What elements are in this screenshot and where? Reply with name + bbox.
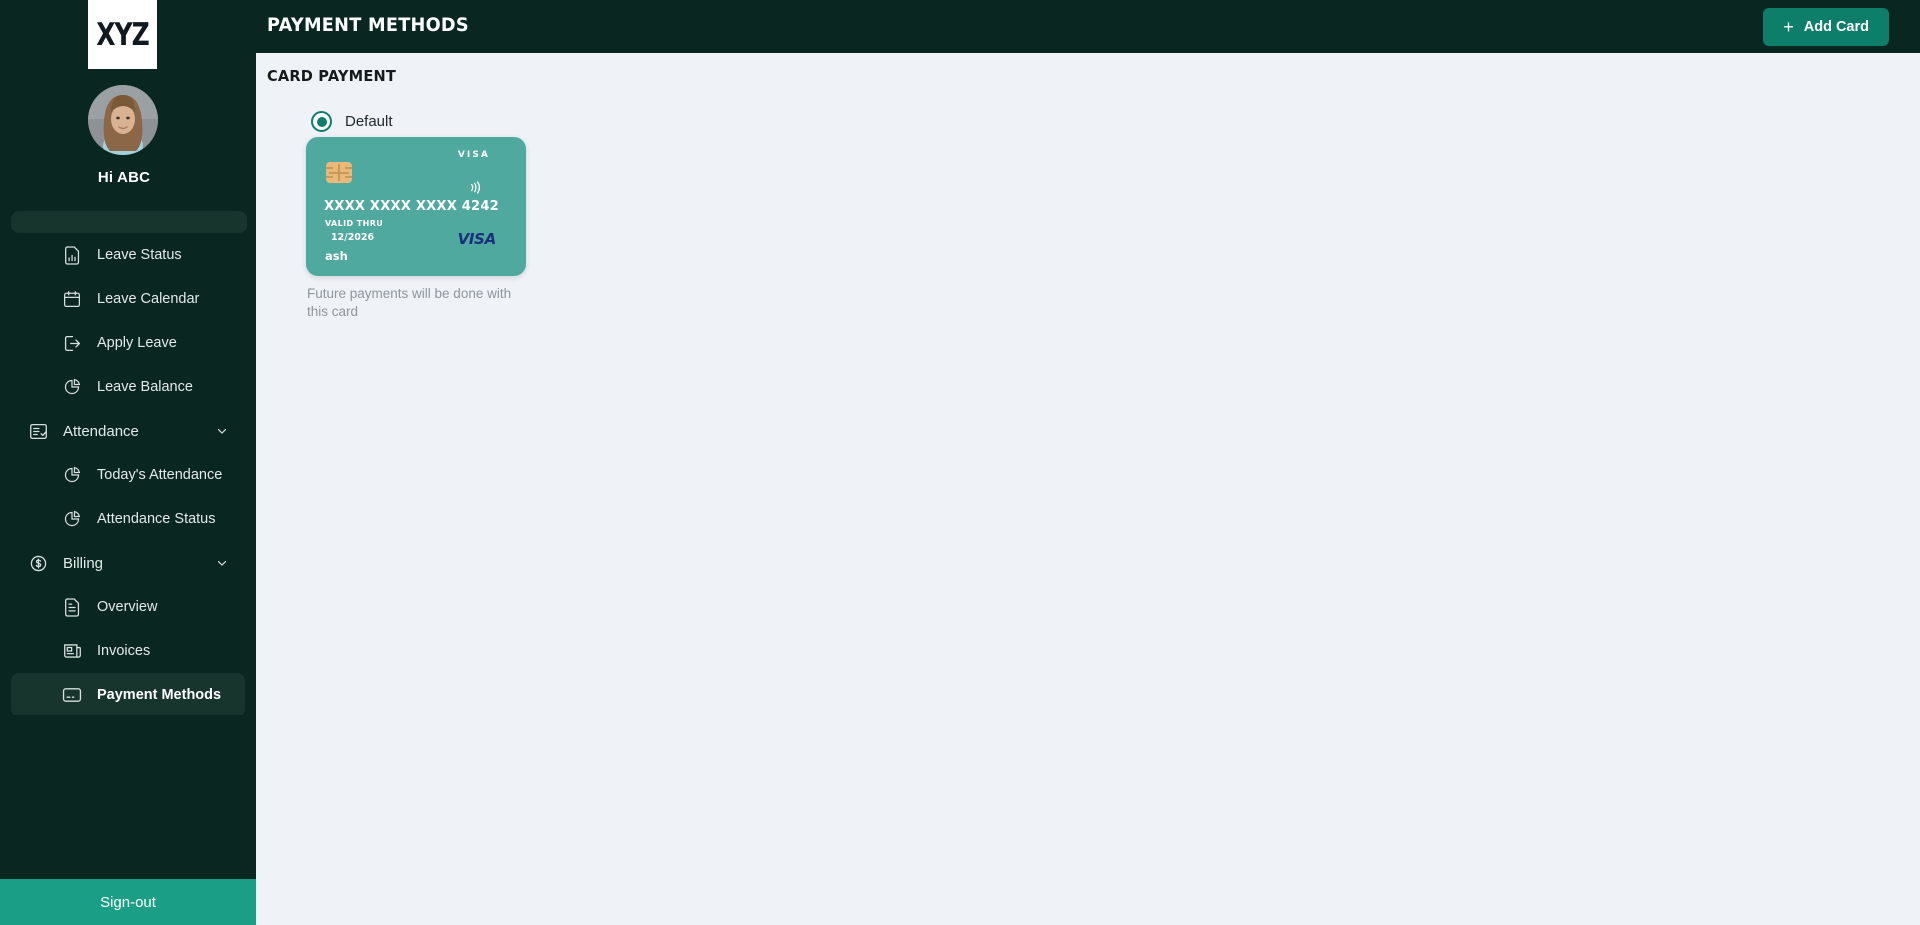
- page-title: PAYMENT METHODS: [267, 14, 469, 36]
- sidebar-item-label: Billing: [63, 554, 104, 572]
- chevron-down-icon[interactable]: [215, 424, 229, 438]
- section-title: CARD PAYMENT: [267, 67, 396, 85]
- invoice-icon: [61, 640, 83, 662]
- emv-chip-icon: [326, 162, 352, 183]
- sidebar-item-label: Attendance Status: [97, 511, 216, 527]
- sidebar-item-label: Invoices: [97, 643, 151, 659]
- sidebar-item-label: Leave Balance: [97, 379, 193, 395]
- greeting-text: Hi ABC: [97, 169, 151, 186]
- sidebar-item-todays-attendance[interactable]: Today's Attendance: [11, 453, 245, 497]
- card-brand-top-label: VISA: [457, 150, 490, 160]
- sidebar-item-list: Leave Status Leave Calendar Apply Leave …: [0, 205, 256, 715]
- default-option-row[interactable]: Default: [311, 111, 393, 132]
- sidebar-item-label: Apply Leave: [97, 335, 177, 351]
- document-icon: [61, 596, 83, 618]
- app-logo[interactable]: XYZ: [88, 0, 157, 69]
- sidebar-item-label: Today's Attendance: [97, 467, 223, 483]
- chevron-down-icon[interactable]: [215, 556, 229, 570]
- card-holder-name: ash: [325, 249, 348, 263]
- add-card-label: Add Card: [1803, 19, 1869, 35]
- radio-dot: [316, 116, 327, 127]
- sidebar-item-label: Overview: [97, 599, 158, 615]
- pie-chart-icon: [61, 376, 83, 398]
- logout-arrow-icon: [61, 332, 83, 354]
- sidebar-item-billing[interactable]: Billing: [11, 541, 245, 585]
- logo-text: XYZ: [96, 16, 150, 53]
- sidebar-item-invoices[interactable]: Invoices: [11, 629, 245, 673]
- card-note: Future payments will be done with this c…: [307, 286, 512, 320]
- default-label: Default: [345, 113, 393, 130]
- app-root: XYZ Hi ABC Leave Status Leave Calendar A…: [0, 0, 1920, 925]
- sidebar-item-leave-status[interactable]: Leave Status: [11, 233, 245, 277]
- valid-thru-label: VALID THRU: [325, 219, 384, 228]
- avatar-image: [88, 85, 158, 155]
- sidebar-nav: Leave Status Leave Calendar Apply Leave …: [0, 205, 256, 715]
- avatar[interactable]: [88, 85, 158, 155]
- credit-card-icon: [61, 684, 83, 706]
- checklist-icon: [27, 420, 49, 442]
- default-radio[interactable]: [311, 111, 332, 132]
- top-header: PAYMENT METHODS + Add Card: [212, 0, 1920, 53]
- file-chart-icon: [61, 244, 83, 266]
- pie-chart-icon: [61, 464, 83, 486]
- valid-thru-value: 12/2026: [331, 232, 375, 243]
- plus-icon: +: [1783, 17, 1794, 37]
- card-number: XXXX XXXX XXXX 4242: [324, 198, 499, 214]
- sidebar-item-label: Payment Methods: [97, 687, 222, 703]
- sidebar-item-leave-calendar[interactable]: Leave Calendar: [11, 277, 245, 321]
- sidebar-item-apply-leave[interactable]: Apply Leave: [11, 321, 245, 365]
- sidebar: XYZ Hi ABC Leave Status Leave Calendar A…: [0, 0, 256, 925]
- sidebar-item-label: Leave Calendar: [97, 291, 200, 307]
- sidebar-item-payment-methods[interactable]: Payment Methods: [11, 673, 245, 715]
- credit-card[interactable]: VISA XXXX XXXX XXXX 4242 VALID THRU 12/2…: [306, 137, 526, 276]
- sidebar-item-label: Leave Status: [97, 247, 182, 263]
- add-card-button[interactable]: + Add Card: [1763, 8, 1889, 46]
- dollar-circle-icon: [27, 552, 49, 574]
- sidebar-item-label: Attendance: [63, 422, 139, 440]
- sidebar-item-leave-balance[interactable]: Leave Balance: [11, 365, 245, 409]
- sign-out-button[interactable]: Sign-out: [0, 879, 256, 925]
- calendar-icon: [61, 288, 83, 310]
- sign-out-label: Sign-out: [100, 893, 156, 911]
- main-content: CARD PAYMENT Default VISA XXXX XXXX XXXX…: [256, 53, 1920, 925]
- sidebar-item-attendance-status[interactable]: Attendance Status: [11, 497, 245, 541]
- visa-logo: VISA: [457, 230, 497, 248]
- sidebar-item-overview[interactable]: Overview: [11, 585, 245, 629]
- pie-chart-icon: [61, 508, 83, 530]
- sidebar-item-attendance[interactable]: Attendance: [11, 409, 245, 453]
